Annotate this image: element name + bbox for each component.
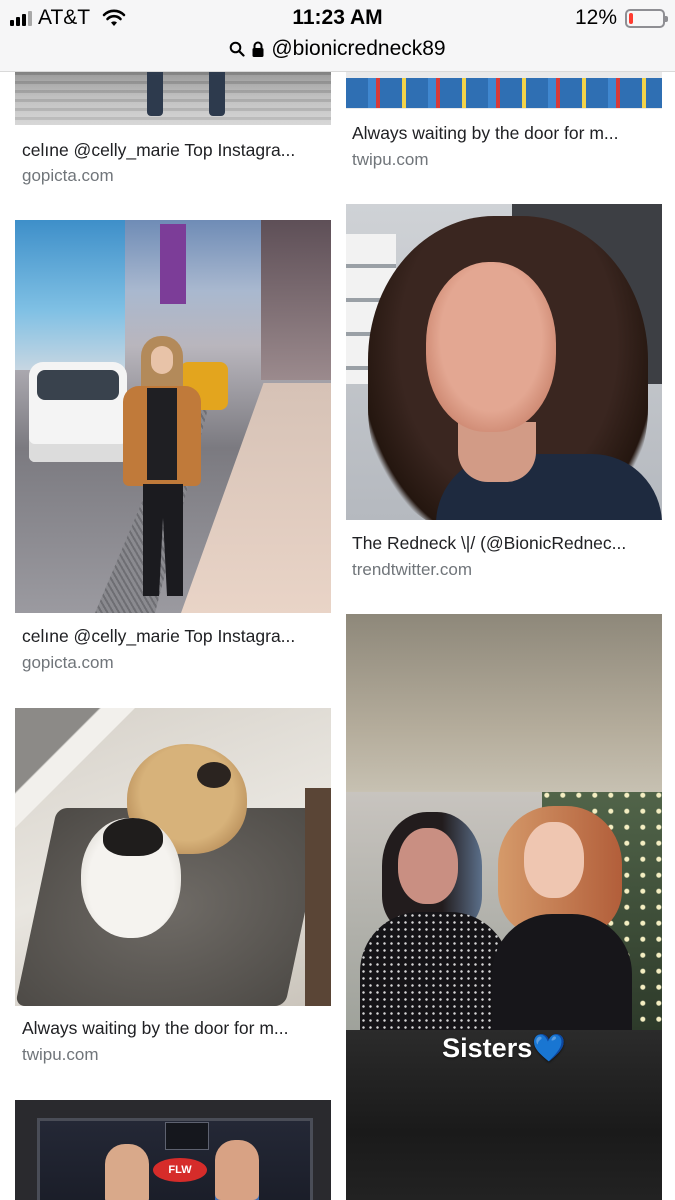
image-overlay-text: Sisters💙 bbox=[442, 1033, 566, 1063]
result-caption[interactable]: celıne @celly_marie Top Instagra... bbox=[22, 140, 322, 161]
result-card[interactable]: Sisters💙 bbox=[345, 605, 675, 1200]
result-image[interactable] bbox=[346, 72, 662, 109]
result-card[interactable]: The Redneck \|/ (@BionicRednec... trendt… bbox=[345, 195, 675, 595]
result-card[interactable]: Always waiting by the door for m... twip… bbox=[0, 700, 345, 1080]
result-source: twipu.com bbox=[352, 150, 429, 169]
battery-level-fill bbox=[629, 12, 633, 24]
result-image[interactable] bbox=[346, 204, 662, 520]
battery-percent: 12% bbox=[574, 6, 617, 29]
lock-icon bbox=[252, 41, 264, 57]
result-card[interactable]: FLW bbox=[0, 1090, 345, 1200]
result-image[interactable] bbox=[15, 708, 331, 1006]
result-source: twipu.com bbox=[22, 1045, 99, 1064]
result-source: gopicta.com bbox=[22, 653, 114, 672]
battery-indicator: 12% bbox=[574, 6, 668, 30]
result-card[interactable]: celıne @celly_marie Top Instagra... gopi… bbox=[0, 210, 345, 690]
battery-icon bbox=[625, 8, 668, 28]
address-bar-text: @bionicredneck89 bbox=[271, 37, 446, 60]
result-image[interactable]: FLW bbox=[15, 1100, 331, 1200]
result-image[interactable] bbox=[15, 72, 331, 125]
image-overlay-text: FLW bbox=[153, 1158, 207, 1182]
result-caption[interactable]: Always waiting by the door for m... bbox=[352, 123, 652, 144]
browser-top-bar: AT&T 11:23 AM 12% @bionicredneck89 bbox=[0, 0, 675, 72]
result-source: trendtwitter.com bbox=[352, 560, 472, 579]
result-source: gopicta.com bbox=[22, 166, 114, 185]
status-time: 11:23 AM bbox=[292, 6, 383, 29]
result-caption[interactable]: Always waiting by the door for m... bbox=[22, 1018, 322, 1039]
search-icon bbox=[230, 41, 245, 57]
address-bar[interactable]: @bionicredneck89 bbox=[0, 36, 675, 62]
result-image[interactable] bbox=[15, 220, 331, 613]
result-caption[interactable]: celıne @celly_marie Top Instagra... bbox=[22, 626, 322, 647]
result-caption[interactable]: The Redneck \|/ (@BionicRednec... bbox=[352, 533, 652, 554]
result-image[interactable]: Sisters💙 bbox=[346, 614, 662, 1200]
